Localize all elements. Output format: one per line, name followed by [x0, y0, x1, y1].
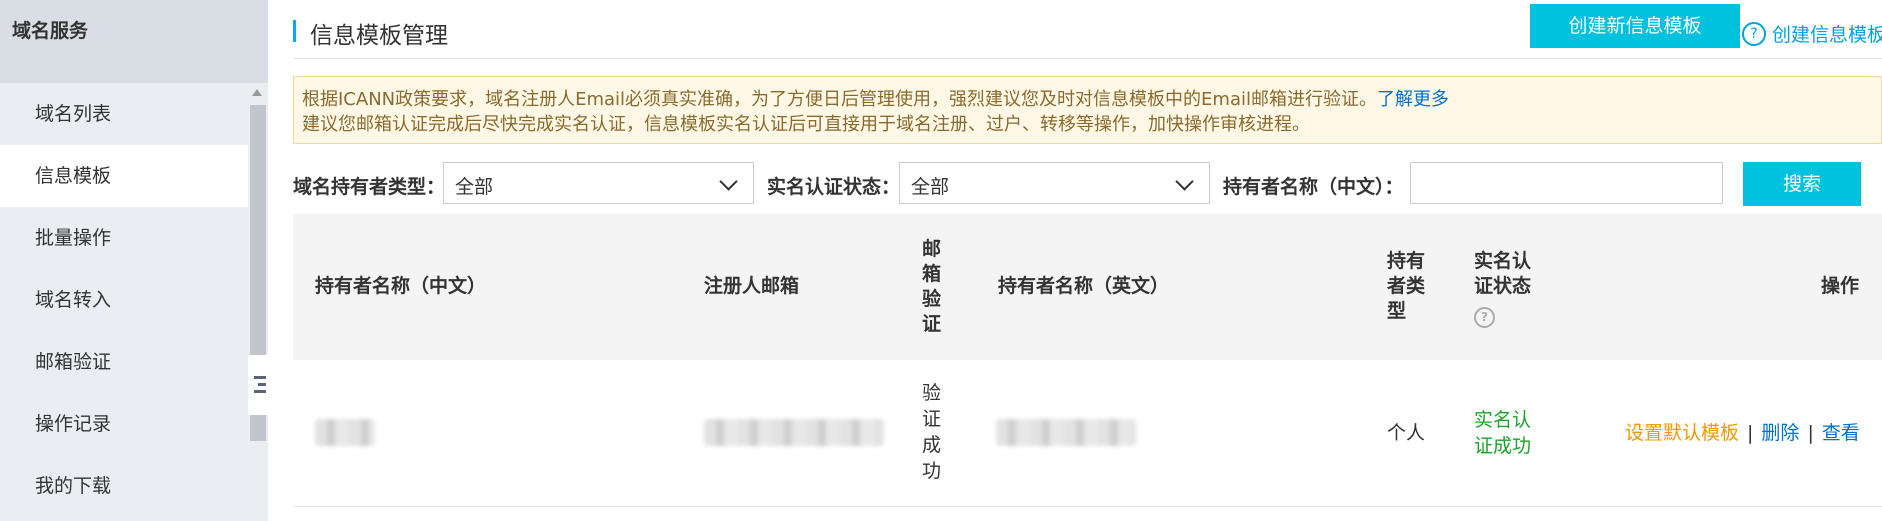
email-redacted [704, 419, 884, 446]
search-button[interactable]: 搜索 [1743, 162, 1861, 206]
create-template-button[interactable]: 创建新信息模板 [1530, 4, 1740, 48]
sidebar-item-domain-transfer-in[interactable]: 域名转入 [0, 269, 248, 331]
holder-type-label: 域名持有者类型： [293, 176, 446, 198]
table-header: 持有者名称（中文） 注册人邮箱 邮箱验证 持有者名称（英文） 持有者类型 实名认… [293, 214, 1882, 360]
notice-line-2: 建议您邮箱认证完成后尽快完成实名认证，信息模板实名认证后可直接用于域名注册、过户… [302, 114, 1310, 135]
set-default-template-link[interactable]: 设置默认模板 [1625, 422, 1739, 444]
chevron-down-icon [719, 172, 738, 191]
column-header-holder-en: 持有者名称（英文） [998, 275, 1170, 297]
holder-name-input[interactable] [1410, 162, 1723, 204]
sidebar-scrollbar[interactable] [248, 83, 268, 521]
realname-status-header-label: 实名认证状态 [1474, 250, 1532, 297]
sidebar-title: 域名服务 [12, 20, 89, 42]
column-header-realname-status: 实名认证状态 ? [1474, 249, 1534, 328]
column-header-actions: 操作 [1821, 275, 1860, 297]
title-divider [293, 58, 1882, 59]
notice-line-1: 根据ICANN政策要求，域名注册人Email必须真实准确，为了方便日后管理使用，… [302, 85, 1449, 111]
sidebar-nav: 域名列表 信息模板 批量操作 域名转入 邮箱验证 操作记录 我的下载 [0, 83, 248, 517]
sidebar: 域名服务 域名列表 信息模板 批量操作 域名转入 邮箱验证 操作记录 我的下载 [0, 0, 268, 521]
help-question-icon: ? [1742, 21, 1766, 46]
learn-more-link[interactable]: 了解更多 [1377, 89, 1449, 110]
sidebar-item-batch-operation[interactable]: 批量操作 [0, 207, 248, 269]
notice-text-1: 根据ICANN政策要求，域名注册人Email必须真实准确，为了方便日后管理使用，… [302, 89, 1377, 110]
help-link-label: 创建信息模板 [1772, 24, 1882, 46]
column-header-email: 注册人邮箱 [704, 275, 800, 297]
holder-type-select[interactable]: 全部 [443, 162, 754, 204]
sidebar-item-domain-list[interactable]: 域名列表 [0, 83, 248, 145]
realname-status-value: 实名认证成功 [1474, 409, 1532, 457]
chevron-down-icon [1175, 172, 1194, 191]
verify-status-select[interactable]: 全部 [899, 162, 1210, 204]
icann-notice: 根据ICANN政策要求，域名注册人Email必须真实准确，为了方便日后管理使用，… [293, 76, 1882, 144]
column-header-holder-cn: 持有者名称（中文） [315, 275, 487, 297]
sidebar-collapse-button[interactable] [248, 355, 268, 415]
sidebar-item-info-template[interactable]: 信息模板 [0, 145, 248, 207]
row-actions: 设置默认模板 | 删除 | 查看 [1625, 420, 1860, 446]
sidebar-item-operation-log[interactable]: 操作记录 [0, 393, 248, 455]
holder-en-redacted [996, 419, 1136, 446]
delete-link[interactable]: 删除 [1761, 422, 1799, 444]
verify-status-value: 全部 [911, 176, 950, 198]
realname-status-help-icon[interactable]: ? [1474, 307, 1495, 328]
sidebar-item-my-downloads[interactable]: 我的下载 [0, 455, 248, 517]
holder-cn-redacted [315, 419, 375, 446]
scroll-up-arrow-icon[interactable] [252, 89, 262, 96]
view-link[interactable]: 查看 [1822, 422, 1860, 444]
sidebar-header: 域名服务 [0, 0, 268, 83]
action-separator: | [1807, 422, 1814, 444]
action-separator: | [1747, 422, 1754, 444]
page-title: 信息模板管理 [310, 23, 448, 49]
table-row: 验证成功 个人 实名认证成功 设置默认模板 | 删除 | 查看 [293, 360, 1882, 507]
column-header-email-verify: 邮箱验证 [922, 238, 942, 335]
verify-status-label: 实名认证状态： [767, 176, 901, 198]
email-verify-status: 验证成功 [922, 382, 942, 482]
holder-type-value: 个人 [1387, 422, 1426, 444]
holder-name-label: 持有者名称（中文）： [1223, 176, 1404, 198]
create-template-help-link[interactable]: ? 创建信息模板 [1742, 20, 1882, 47]
collapse-sidebar-icon [254, 375, 266, 395]
holder-type-value: 全部 [455, 176, 494, 198]
column-header-holder-type: 持有者类型 [1387, 250, 1426, 322]
sidebar-item-email-verification[interactable]: 邮箱验证 [0, 331, 248, 393]
title-accent-bar [293, 20, 296, 42]
